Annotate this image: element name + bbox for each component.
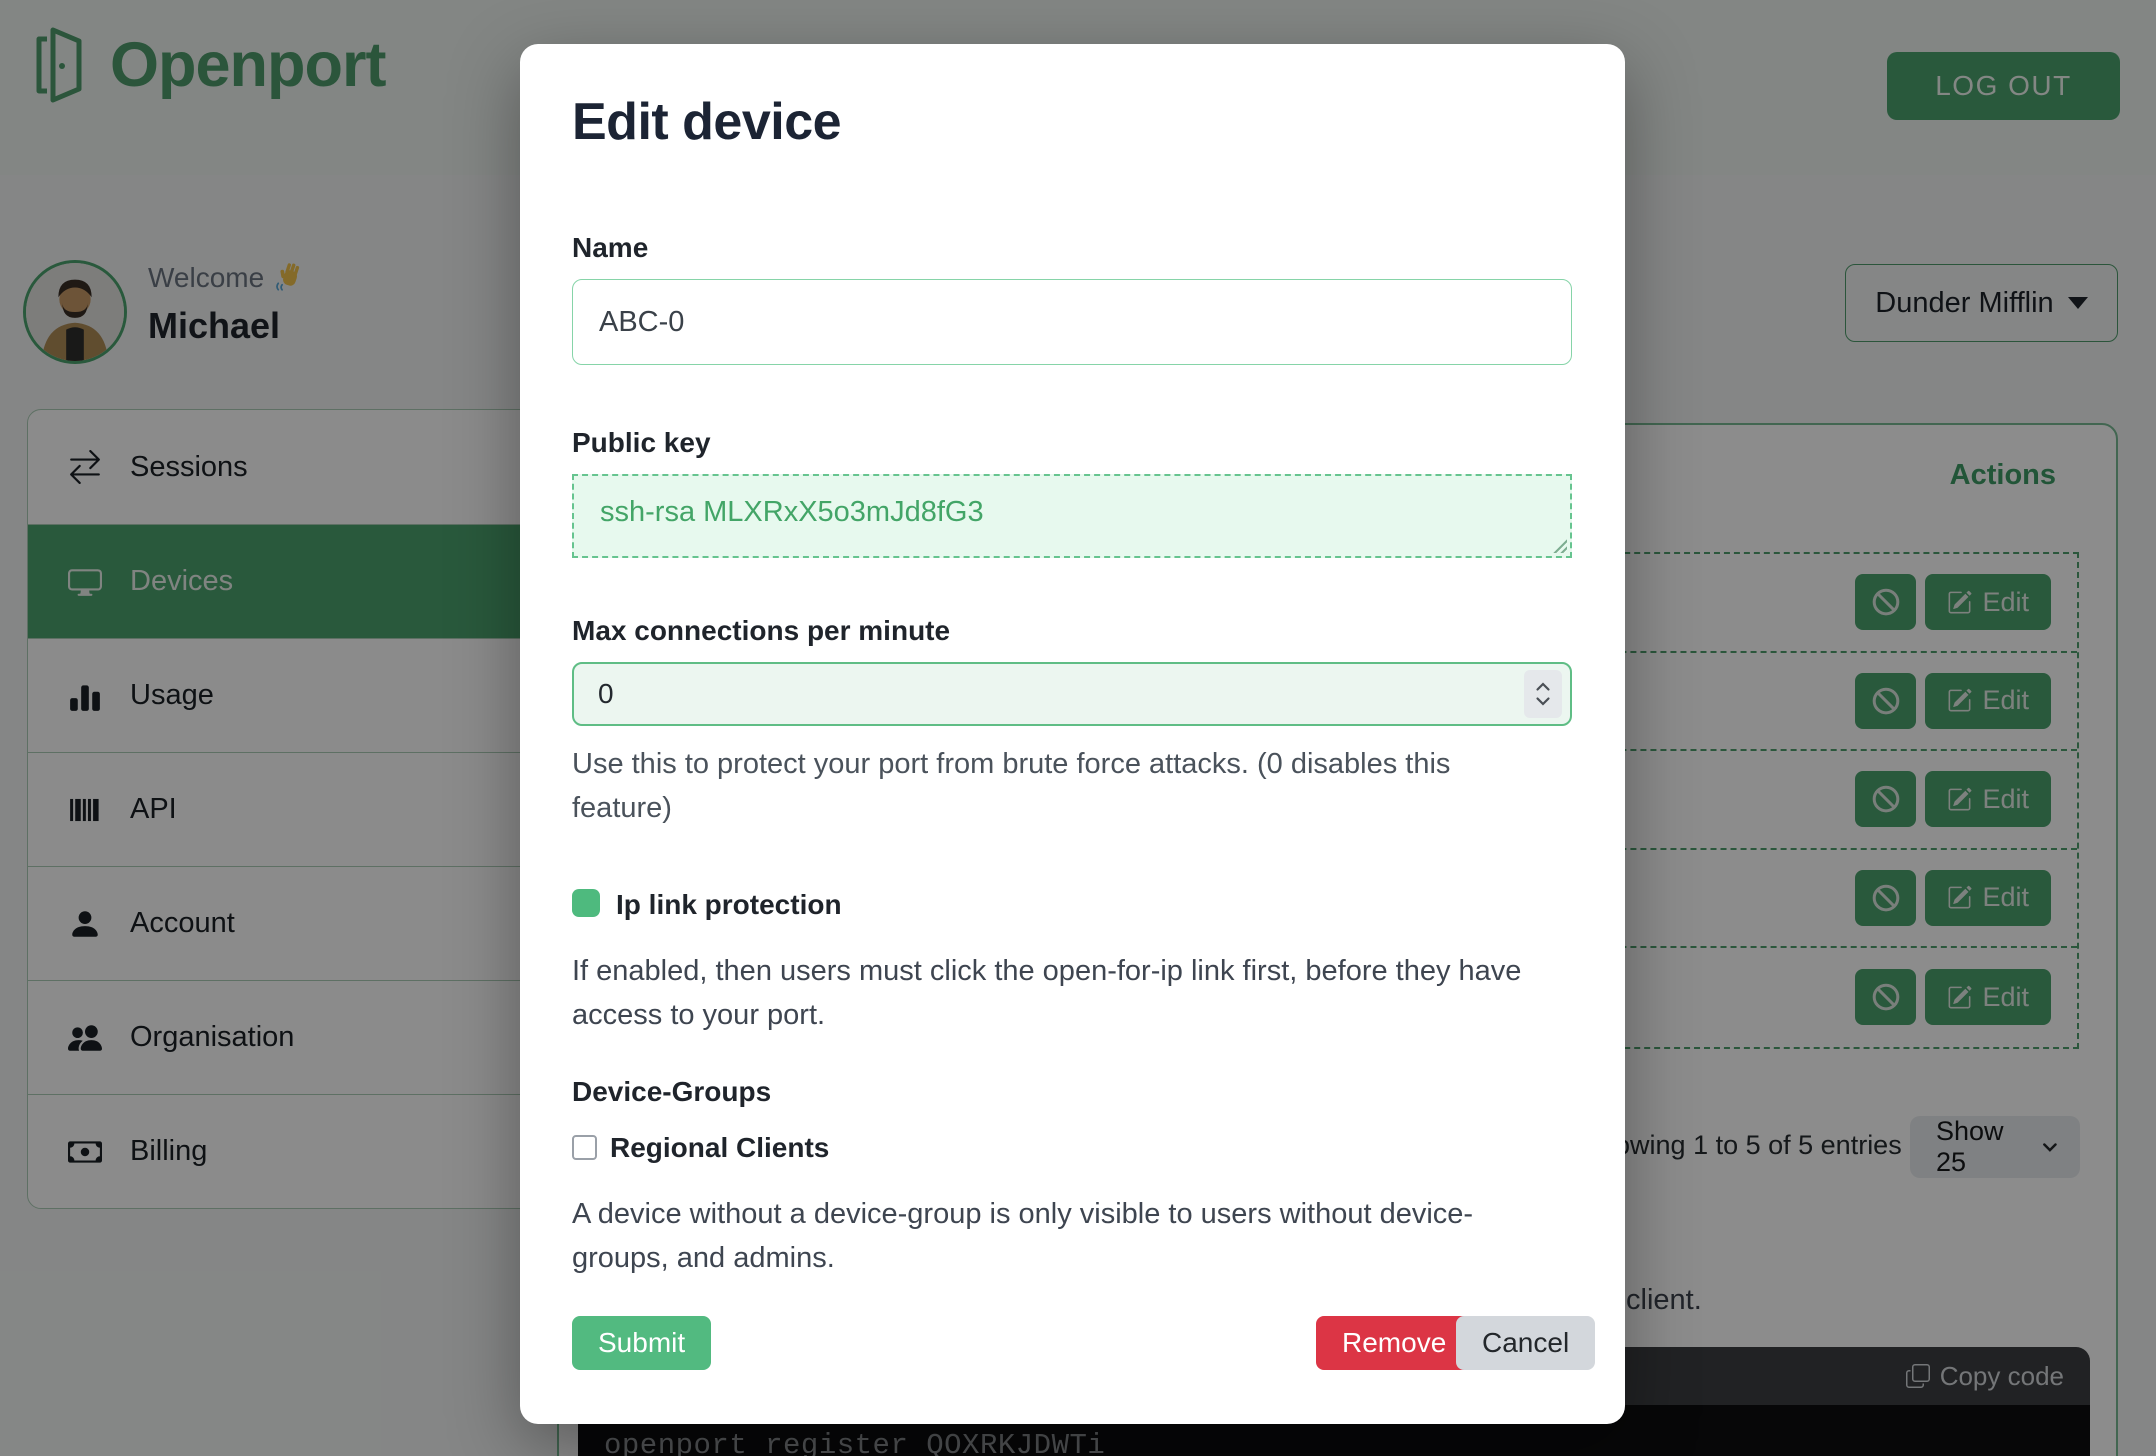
resize-grip-icon[interactable] bbox=[1551, 537, 1567, 553]
device-groups-label: Device-Groups bbox=[572, 1076, 771, 1108]
regional-clients-label: Regional Clients bbox=[610, 1132, 829, 1164]
submit-button[interactable]: Submit bbox=[572, 1316, 711, 1370]
chevron-down-icon bbox=[1535, 696, 1551, 707]
cancel-button[interactable]: Cancel bbox=[1456, 1316, 1595, 1370]
ip-link-protection-help: If enabled, then users must click the op… bbox=[572, 949, 1672, 1037]
ip-link-protection-checkbox[interactable] bbox=[572, 889, 600, 917]
openport-app: Openport LOG OUT Welcome Michael bbox=[0, 0, 2156, 1456]
edit-device-modal: Edit device Name Public key ssh-rsa MLXR… bbox=[520, 44, 1625, 1424]
public-key-value: ssh-rsa MLXRxX5o3mJd8fG3 bbox=[600, 496, 984, 528]
modal-title: Edit device bbox=[572, 92, 841, 152]
remove-button[interactable]: Remove bbox=[1316, 1316, 1472, 1370]
public-key-textarea[interactable]: ssh-rsa MLXRxX5o3mJd8fG3 bbox=[572, 474, 1572, 558]
max-connections-value: 0 bbox=[598, 678, 614, 710]
max-connections-label: Max connections per minute bbox=[572, 615, 950, 647]
chevron-up-icon bbox=[1535, 681, 1551, 692]
name-input[interactable] bbox=[572, 279, 1572, 365]
public-key-label: Public key bbox=[572, 427, 711, 459]
max-connections-help: Use this to protect your port from brute… bbox=[572, 742, 1592, 830]
name-label: Name bbox=[572, 232, 648, 264]
number-stepper[interactable] bbox=[1524, 670, 1562, 718]
ip-link-protection-label: Ip link protection bbox=[616, 889, 842, 921]
device-groups-help: A device without a device-group is only … bbox=[572, 1192, 1592, 1280]
regional-clients-checkbox[interactable] bbox=[572, 1135, 597, 1160]
max-connections-input[interactable]: 0 bbox=[572, 662, 1572, 726]
